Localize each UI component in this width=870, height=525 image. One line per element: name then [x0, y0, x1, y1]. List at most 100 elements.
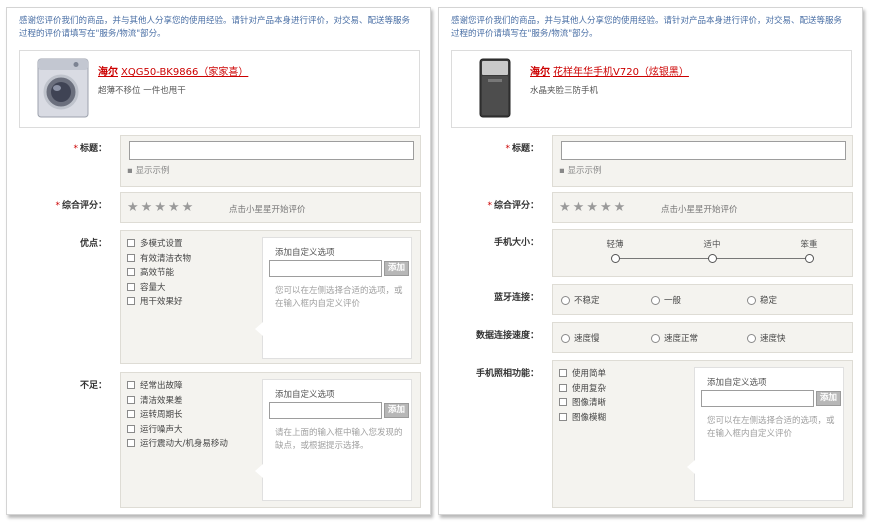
add-button[interactable]: 添加 [816, 391, 841, 406]
washing-machine-icon [37, 58, 89, 118]
star-icon[interactable]: ★ [559, 201, 571, 214]
radio-option[interactable]: 不稳定 [561, 294, 600, 306]
star-rating: ★ ★ ★ ★ ★ [127, 201, 193, 214]
custom-option-title: 添加自定义选项 [275, 248, 335, 258]
custom-option-note: 请在上面的输入框中输入您发现的缺点，或根据提示选择。 [275, 428, 403, 451]
rating-box: ★ ★ ★ ★ ★ 点击小星星开始评价 [120, 192, 421, 223]
bluetooth-options: 不稳定 一般 稳定 [553, 294, 854, 308]
callout-arrow [255, 464, 263, 478]
product-brand-link[interactable]: 海尔 [530, 63, 550, 78]
checkbox[interactable] [559, 412, 567, 421]
radio-button[interactable] [561, 333, 570, 343]
custom-option-note: 您可以在左侧选择合适的选项，或在输入框内自定义评价 [707, 416, 835, 439]
size-box: 轻薄 适中 笨重 [552, 229, 853, 277]
product-model-link[interactable]: XQG50-BK9866（家家喜） [121, 63, 248, 78]
title-input[interactable] [129, 141, 414, 160]
checkbox[interactable] [559, 398, 567, 407]
checkbox-option[interactable]: 高效节能 [127, 265, 191, 280]
custom-option-input[interactable] [701, 390, 814, 407]
checkbox[interactable] [127, 297, 135, 306]
camera-options: 使用简单 使用复杂 图像清晰 图像模糊 [559, 366, 606, 424]
radio-button[interactable] [747, 333, 756, 343]
checkbox-option[interactable]: 清洁效果差 [127, 393, 228, 408]
star-icon[interactable]: ★ [141, 201, 153, 214]
star-icon[interactable]: ★ [182, 201, 194, 214]
bluetooth-box: 不稳定 一般 稳定 [552, 284, 853, 315]
checkbox-option[interactable]: 运行噪声大 [127, 422, 228, 437]
checkbox[interactable] [127, 381, 135, 390]
checkbox[interactable] [127, 424, 135, 433]
radio-option[interactable]: 速度正常 [651, 332, 698, 344]
custom-option-input[interactable] [269, 260, 382, 277]
custom-option-panel: 添加自定义选项 添加 您可以在左侧选择合适的选项，或在输入框内自定义评价 [687, 367, 844, 501]
callout-arrow [255, 322, 263, 336]
checkbox-option[interactable]: 使用简单 [559, 366, 606, 381]
scale-label: 轻薄 [606, 240, 624, 250]
radio-button[interactable] [651, 333, 660, 343]
scale-knob[interactable] [611, 254, 620, 263]
radio-button[interactable] [747, 295, 756, 305]
checkbox-option[interactable]: 甩干效果好 [127, 294, 191, 309]
show-example-link[interactable]: ▪ 显示示例 [127, 164, 169, 176]
radio-option[interactable]: 一般 [651, 294, 681, 306]
checkbox-option[interactable]: 图像清晰 [559, 395, 606, 410]
pros-options: 多模式设置 有效清洁衣物 高效节能 容量大 甩干效果好 [127, 236, 191, 309]
checkbox[interactable] [559, 369, 567, 378]
custom-option-input[interactable] [269, 402, 382, 419]
star-icon[interactable]: ★ [154, 201, 166, 214]
radio-button[interactable] [561, 295, 570, 305]
review-panel-phone: 感谢您评价我们的商品，并与其他人分享您的使用经验。请针对产品本身进行评价，对交易… [438, 7, 863, 515]
title-label: * 标题： [505, 144, 539, 154]
title-label: * 标题： [73, 144, 107, 154]
custom-option-title: 添加自定义选项 [707, 378, 767, 388]
data-speed-label: 数据连接速度： [475, 331, 539, 341]
checkbox[interactable] [127, 268, 135, 277]
rating-label: * 综合评分： [487, 201, 539, 211]
product-model-link[interactable]: 花样年华手机V720（炫银黑） [553, 63, 689, 78]
checkbox-option[interactable]: 运行震动大/机身易移动 [127, 436, 228, 451]
pros-box: 多模式设置 有效清洁衣物 高效节能 容量大 甩干效果好 添加自定义选项 添加 您… [120, 230, 421, 364]
scale-label: 笨重 [800, 240, 818, 250]
checkbox[interactable] [127, 395, 135, 404]
star-icon[interactable]: ★ [127, 201, 139, 214]
intro-text: 感谢您评价我们的商品，并与其他人分享您的使用经验。请针对产品本身进行评价，对交易… [19, 16, 411, 39]
intro-text: 感谢您评价我们的商品，并与其他人分享您的使用经验。请针对产品本身进行评价，对交易… [451, 16, 843, 39]
checkbox-option[interactable]: 经常出故障 [127, 378, 228, 393]
cons-box: 经常出故障 清洁效果差 运转周期长 运行噪声大 运行震动大/机身易移动 添加自定… [120, 372, 421, 508]
checkbox[interactable] [127, 253, 135, 262]
product-card: 海尔 XQG50-BK9866（家家喜） 超薄不移位 一件也甩干 [19, 50, 420, 128]
star-icon[interactable]: ★ [586, 201, 598, 214]
mobile-phone-icon [479, 58, 511, 118]
star-icon[interactable]: ★ [600, 201, 612, 214]
checkbox-option[interactable]: 有效清洁衣物 [127, 251, 191, 266]
scale-knob[interactable] [708, 254, 717, 263]
scale-knob[interactable] [805, 254, 814, 263]
star-icon[interactable]: ★ [573, 201, 585, 214]
star-icon[interactable]: ★ [614, 201, 626, 214]
checkbox[interactable] [559, 383, 567, 392]
checkbox-option[interactable]: 多模式设置 [127, 236, 191, 251]
radio-option[interactable]: 速度慢 [561, 332, 600, 344]
checkbox[interactable] [127, 410, 135, 419]
checkbox[interactable] [127, 439, 135, 448]
add-button[interactable]: 添加 [384, 261, 409, 276]
title-box: ▪ 显示示例 [120, 135, 421, 187]
checkbox[interactable] [127, 239, 135, 248]
radio-option[interactable]: 速度快 [747, 332, 786, 344]
product-brand-link[interactable]: 海尔 [98, 63, 118, 78]
checkbox-option[interactable]: 运转周期长 [127, 407, 228, 422]
checkbox-option[interactable]: 使用复杂 [559, 381, 606, 396]
title-input[interactable] [561, 141, 846, 160]
product-card: 海尔 花样年华手机V720（炫银黑） 水晶夹脸三防手机 [451, 50, 852, 128]
add-button[interactable]: 添加 [384, 403, 409, 418]
radio-option[interactable]: 稳定 [747, 294, 777, 306]
rating-box: ★ ★ ★ ★ ★ 点击小星星开始评价 [552, 192, 853, 223]
star-icon[interactable]: ★ [168, 201, 180, 214]
checkbox-option[interactable]: 容量大 [127, 280, 191, 295]
product-description: 超薄不移位 一件也甩干 [98, 86, 186, 96]
custom-option-note: 您可以在左侧选择合适的选项，或在输入框内自定义评价 [275, 286, 403, 309]
radio-button[interactable] [651, 295, 660, 305]
checkbox[interactable] [127, 282, 135, 291]
show-example-link[interactable]: ▪ 显示示例 [559, 164, 601, 176]
checkbox-option[interactable]: 图像模糊 [559, 410, 606, 425]
